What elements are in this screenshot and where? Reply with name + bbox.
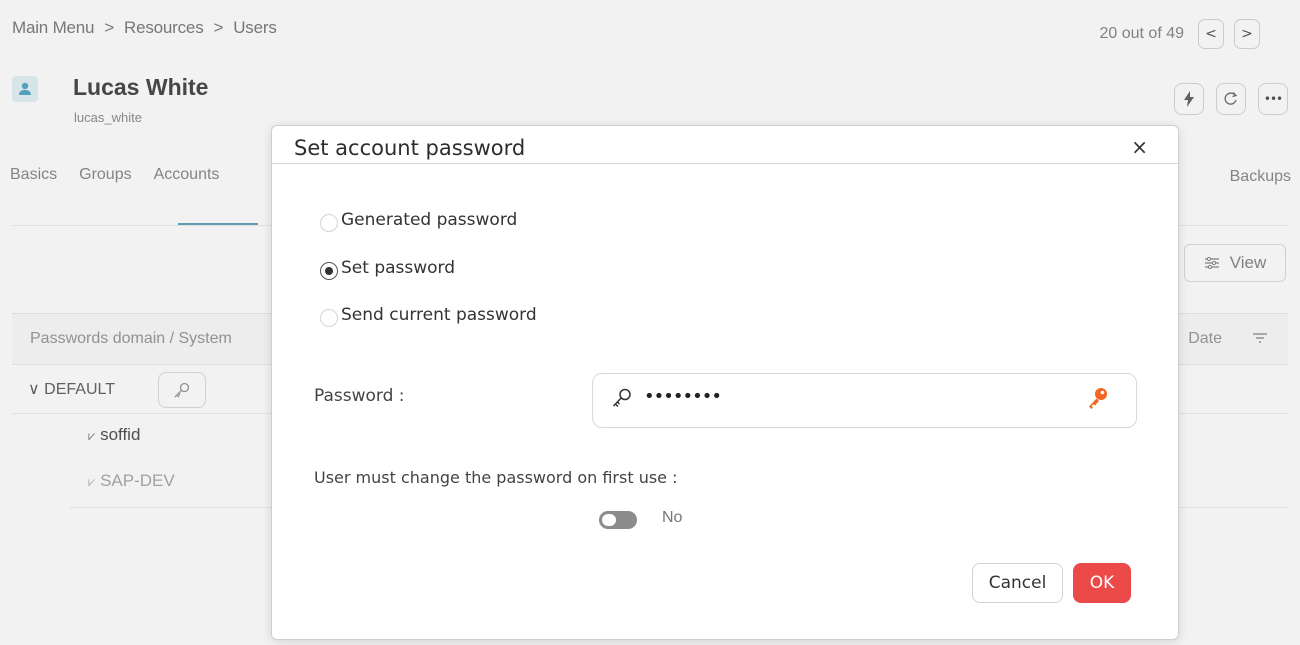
ok-button[interactable]: OK bbox=[1073, 563, 1131, 603]
key-icon bbox=[611, 387, 633, 415]
dialog-divider bbox=[272, 163, 1178, 164]
password-value: •••••••• bbox=[644, 386, 722, 407]
option-label: Generated password bbox=[341, 210, 518, 230]
cancel-button[interactable]: Cancel bbox=[972, 563, 1063, 603]
close-icon[interactable]: × bbox=[1131, 135, 1148, 159]
password-field[interactable]: •••••••• bbox=[592, 373, 1137, 428]
radio-set-password[interactable] bbox=[320, 262, 338, 280]
radio-generated-password[interactable] bbox=[320, 214, 338, 232]
must-change-label: User must change the password on first u… bbox=[314, 468, 678, 487]
must-change-toggle-text: No bbox=[662, 509, 683, 526]
must-change-toggle[interactable] bbox=[599, 511, 637, 529]
set-password-dialog: Set account password × Generated passwor… bbox=[271, 125, 1179, 640]
dialog-title: Set account password bbox=[294, 136, 526, 160]
password-label: Password : bbox=[314, 386, 405, 406]
radio-send-current-password[interactable] bbox=[320, 309, 338, 327]
option-label: Send current password bbox=[341, 305, 537, 325]
option-set-password[interactable]: Set password bbox=[320, 256, 455, 280]
option-generated-password[interactable]: Generated password bbox=[320, 208, 517, 232]
option-label: Set password bbox=[341, 258, 456, 278]
generate-password-key-icon[interactable] bbox=[1086, 386, 1110, 416]
option-send-current-password[interactable]: Send current password bbox=[320, 303, 537, 327]
